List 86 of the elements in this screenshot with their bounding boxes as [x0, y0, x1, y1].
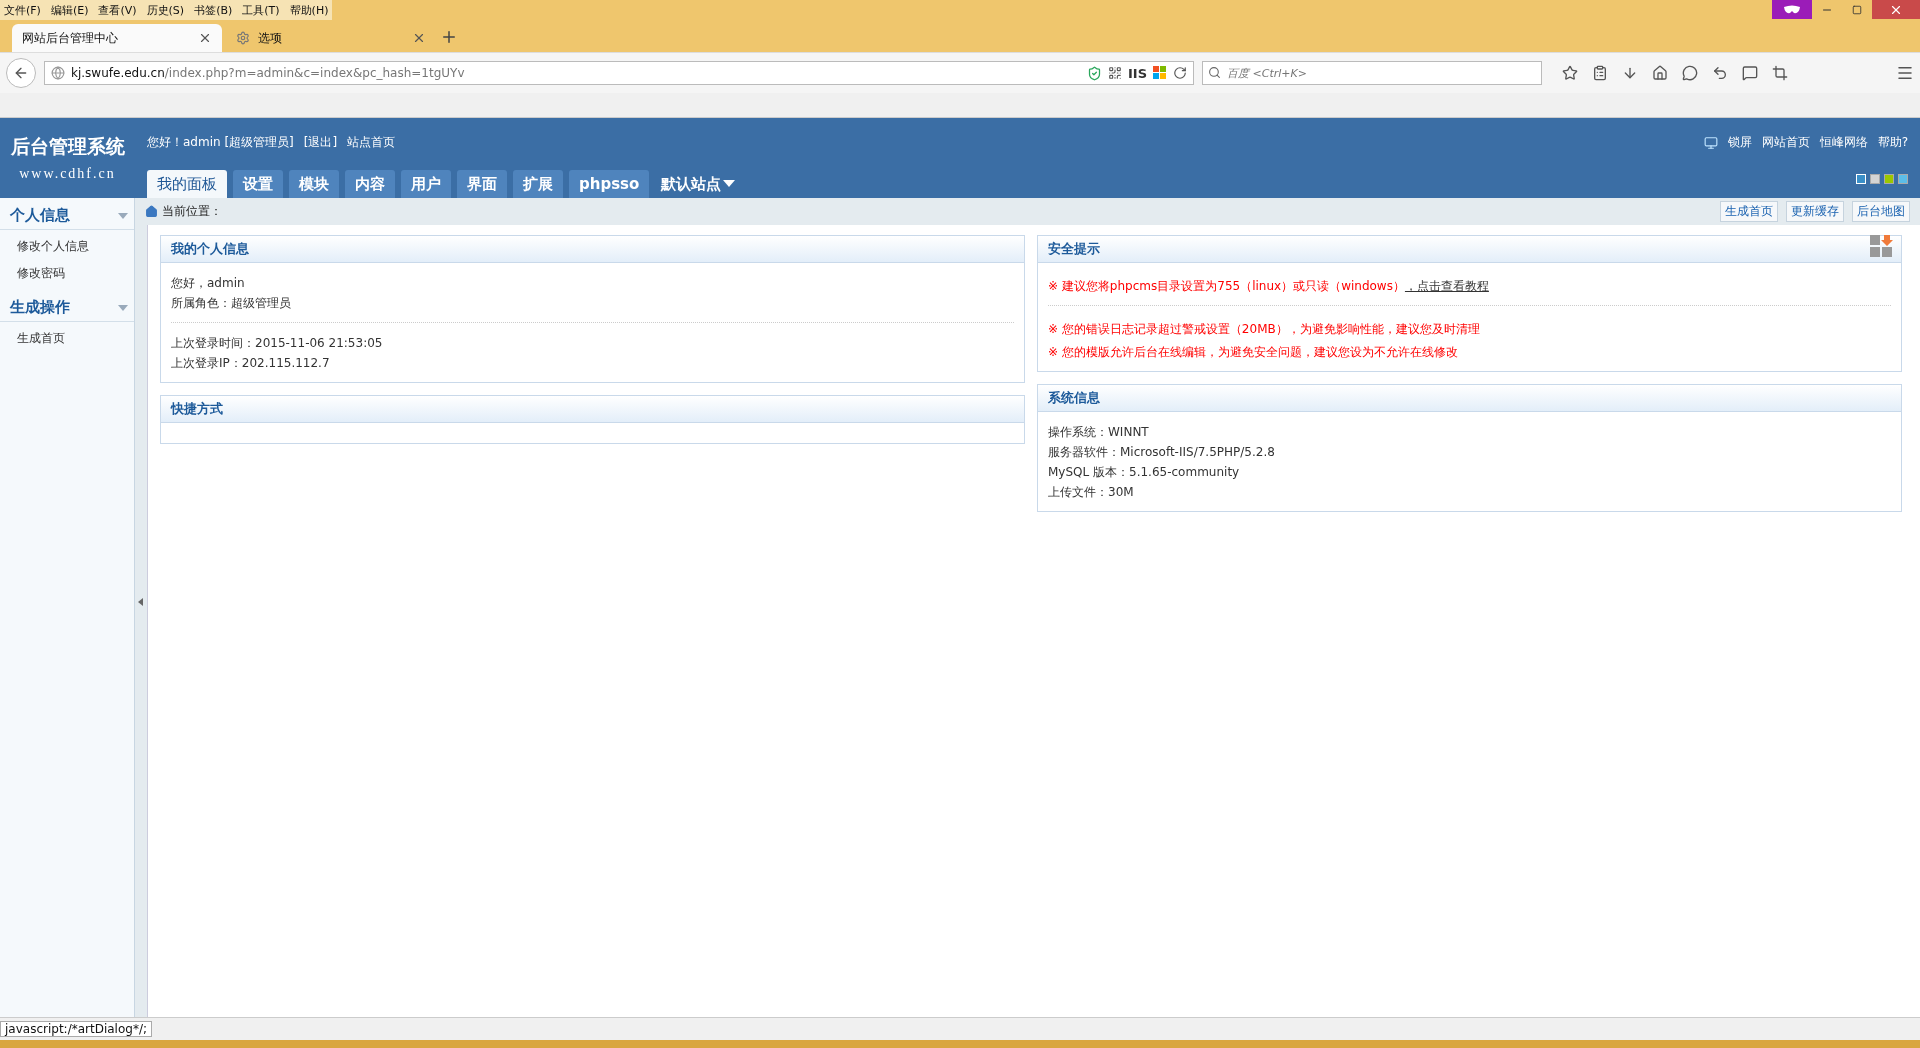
panel-title: 我的个人信息: [171, 240, 249, 258]
menu-item[interactable]: 历史(S): [146, 2, 185, 18]
toolbar-button[interactable]: 后台地图: [1852, 201, 1910, 222]
info-line: 所属角色：超级管理员: [171, 295, 292, 312]
shield-icon[interactable]: [1086, 65, 1102, 81]
menu-item[interactable]: 文件(F): [4, 2, 41, 18]
gear-icon: [236, 31, 250, 45]
new-tab-icon[interactable]: [440, 28, 458, 46]
theme-swatch[interactable]: [1870, 174, 1880, 184]
sidebar-heading[interactable]: 个人信息: [10, 206, 70, 225]
theme-swatch[interactable]: [1898, 174, 1908, 184]
close-tab-icon[interactable]: [412, 31, 426, 45]
sidebar-item[interactable]: 生成首页: [0, 325, 134, 352]
panel-title: 系统信息: [1048, 389, 1100, 407]
header-link[interactable]: 网站首页: [1761, 134, 1810, 151]
tutorial-link[interactable]: ，点击查看教程: [1404, 279, 1489, 293]
sidebar-item[interactable]: 修改个人信息: [0, 233, 134, 260]
back-button[interactable]: [6, 58, 36, 88]
nav-tab[interactable]: 内容: [345, 170, 395, 198]
theme-swatch[interactable]: [1884, 174, 1894, 184]
browser-tab[interactable]: 选项: [226, 24, 436, 52]
menu-item[interactable]: 帮助(H): [289, 2, 329, 18]
nav-tab[interactable]: 设置: [233, 170, 283, 198]
logo-url: www.cdhf.cn: [19, 166, 116, 182]
reading-list-icon[interactable]: [1592, 65, 1608, 81]
reload-icon[interactable]: [1173, 66, 1187, 80]
breadcrumb: 当前位置：: [162, 203, 222, 220]
menu-item[interactable]: 编辑(E): [50, 2, 89, 18]
search-field[interactable]: 百度 <Ctrl+K>: [1202, 61, 1542, 85]
monitor-icon: [1703, 135, 1718, 150]
panel-title: 安全提示: [1048, 240, 1100, 258]
header-link[interactable]: 站点首页: [347, 134, 396, 151]
header-link[interactable]: 帮助?: [1877, 134, 1908, 151]
menu-item[interactable]: 工具(T): [242, 2, 280, 18]
home-icon[interactable]: [1652, 65, 1668, 81]
warning-text: ※ 您的错误日志记录超过警戒设置（20MB），为避免影响性能，建议您及时清理: [1048, 322, 1480, 336]
header-link[interactable]: 您好！admin [超级管理员]: [147, 134, 294, 151]
info-line: 上次登录时间：2015-11-06 21:53:05: [171, 335, 384, 352]
nav-tab[interactable]: 用户: [401, 170, 451, 198]
globe-icon[interactable]: [51, 66, 65, 80]
nav-tab[interactable]: 扩展: [513, 170, 563, 198]
nav-tab[interactable]: 界面: [457, 170, 507, 198]
menu-item[interactable]: 书签(B): [194, 2, 233, 18]
toolbar-button[interactable]: 生成首页: [1720, 201, 1778, 222]
sidebar-item[interactable]: 修改密码: [0, 260, 134, 287]
warning-text: ※ 您的模版允许后台在线编辑，为避免安全问题，建议您设为不允许在线修改: [1048, 345, 1458, 359]
sidebar-heading[interactable]: 生成操作: [10, 298, 70, 317]
site-dropdown[interactable]: 默认站点: [655, 170, 742, 198]
address-bar[interactable]: kj.swufe.edu.cn/index.php?m=admin&c=index&pc_hash=1tgUYv IIS: [44, 61, 1194, 85]
status-text: javascript:/*artDialog*/;: [0, 1021, 152, 1037]
logo-title: 后台管理系统: [10, 134, 125, 159]
speech-bubble-icon[interactable]: [1682, 65, 1698, 81]
caret-icon: [723, 180, 736, 188]
info-line: 服务器软件：Microsoft-IIS/7.5PHP/5.2.8: [1048, 444, 1276, 461]
nav-tab[interactable]: 我的面板: [147, 170, 227, 198]
header-link[interactable]: [退出]: [303, 134, 338, 151]
info-line: MySQL 版本：5.1.65-community: [1048, 464, 1241, 481]
info-line: 上次登录IP：202.115.112.7: [171, 355, 331, 372]
chat-icon[interactable]: [1742, 65, 1758, 81]
server-label: IIS: [1127, 65, 1147, 81]
nav-tab[interactable]: 模块: [289, 170, 339, 198]
browser-tab[interactable]: 网站后台管理中心: [12, 24, 222, 52]
nav-tab[interactable]: phpsso: [569, 170, 650, 198]
menu-item[interactable]: 查看(V): [98, 2, 137, 18]
mask-icon: [1783, 4, 1801, 15]
close-tab-icon[interactable]: [198, 31, 212, 45]
header-link[interactable]: 锁屏: [1727, 134, 1752, 151]
restore-icon: [1852, 4, 1862, 15]
info-line: 上传文件：30M: [1048, 484, 1135, 501]
home-icon: [145, 205, 158, 218]
toolbar-button[interactable]: 更新缓存: [1786, 201, 1844, 222]
grid-icon[interactable]: [1869, 234, 1893, 258]
private-browsing-button[interactable]: [1772, 0, 1812, 19]
crop-icon[interactable]: [1772, 65, 1788, 81]
undo-icon[interactable]: [1712, 65, 1728, 81]
qr-code-icon[interactable]: [1107, 66, 1122, 80]
info-line: 您好，admin: [171, 275, 246, 292]
warning-text: ※ 建议您将phpcms目录设置为755（linux）或只读（windows）: [1048, 279, 1405, 293]
panel-title: 快捷方式: [171, 400, 223, 418]
download-icon[interactable]: [1622, 65, 1638, 81]
info-line: 操作系统：WINNT: [1048, 424, 1150, 441]
search-icon: [1208, 66, 1221, 79]
header-link[interactable]: 恒峰网络: [1819, 134, 1868, 151]
windows-logo-icon: [1153, 66, 1167, 80]
menu-icon[interactable]: [1896, 64, 1914, 82]
star-icon[interactable]: [1562, 65, 1578, 81]
